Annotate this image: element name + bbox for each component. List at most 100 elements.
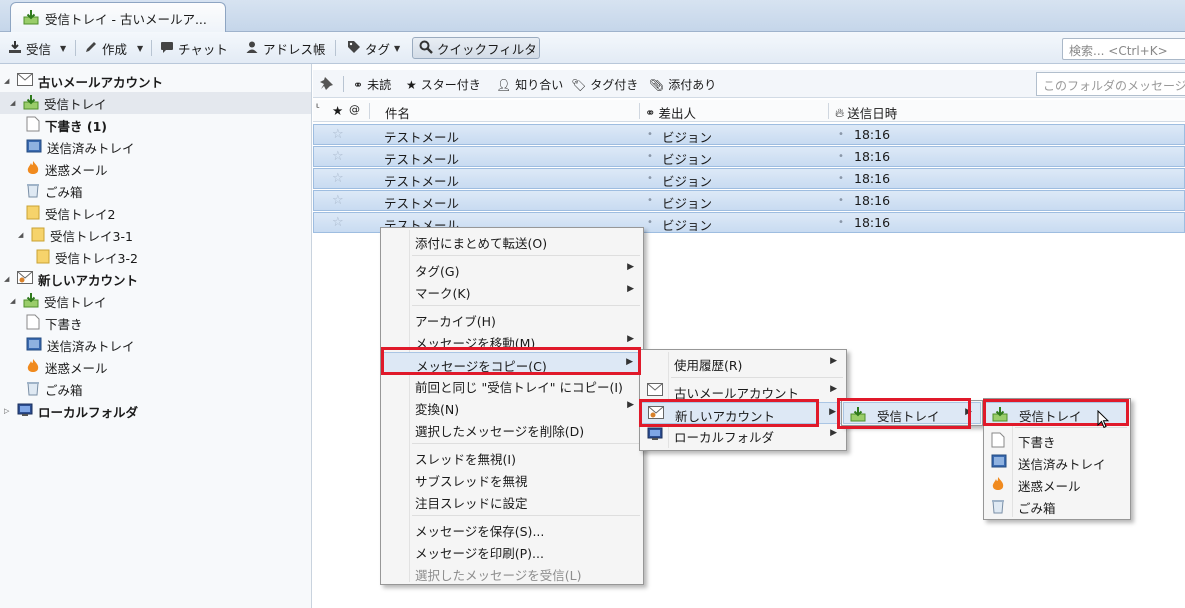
folder-label: 送信済みトレイ	[47, 140, 135, 156]
folder-label: ローカルフォルダ	[38, 404, 139, 420]
attachment-column-icon[interactable]: @	[349, 103, 360, 116]
thread-column-icon[interactable]: ᒻ	[316, 103, 320, 114]
menu-print[interactable]: メッセージを印刷(P)...	[382, 540, 642, 562]
message-row[interactable]: ☆ テストメール • ビジョン • 18:16	[313, 190, 1185, 211]
star-icon[interactable]: ☆	[332, 215, 344, 230]
get-mail-button[interactable]: 受信	[8, 38, 51, 59]
address-book-button[interactable]: アドレス帳	[245, 38, 326, 59]
tag-button[interactable]: タグ ▼	[347, 38, 400, 59]
message-row[interactable]: ☆ テストメール • ビジョン • 18:16	[313, 146, 1185, 167]
filter-attachment[interactable]: 📎︎ 添付あり	[649, 76, 716, 93]
menu-target-trash[interactable]: ごみ箱	[985, 495, 1129, 517]
tag-icon: 🏷︎	[571, 77, 587, 92]
menu-target-junk[interactable]: 迷惑メール	[985, 473, 1129, 495]
quick-filter-button[interactable]: クイックフィルタ	[412, 37, 540, 59]
compose-button[interactable]: 作成	[84, 38, 127, 59]
menu-local-folders[interactable]: ローカルフォルダ ▶	[641, 424, 845, 446]
main-toolbar: 受信 ▼ 作成 ▼ チャット アドレス帳 タグ ▼ クイックフィルタ	[0, 32, 1185, 64]
divider	[639, 103, 640, 119]
menu-label: 送信済みトレイ	[1018, 457, 1106, 472]
draft-icon	[26, 116, 40, 135]
menu-tag[interactable]: タグ(G) ▶	[382, 258, 642, 280]
folder-local[interactable]: ▷ ローカルフォルダ	[4, 400, 138, 422]
account-old-mail[interactable]: ◢ 古いメールアカウント	[4, 70, 163, 92]
star-icon[interactable]: ☆	[332, 193, 344, 208]
star-icon[interactable]: ☆	[332, 149, 344, 164]
compose-dropdown[interactable]: ▼	[137, 38, 143, 59]
filter-starred[interactable]: ★ スター付き	[406, 76, 481, 93]
filter-label: 未読	[367, 78, 392, 92]
filter-unread[interactable]: ⚭ 未読	[353, 76, 391, 93]
account-new[interactable]: ◢ 新しいアカウント	[4, 268, 138, 290]
menu-label: サブスレッドを無視	[415, 474, 528, 489]
get-mail-dropdown[interactable]: ▼	[60, 38, 66, 59]
menu-forward-attached[interactable]: 添付にまとめて転送(O)	[382, 230, 642, 252]
menu-label: 使用履歴(R)	[674, 358, 743, 373]
folder-junk[interactable]: 迷惑メール	[26, 158, 108, 180]
message-row[interactable]: ☆ テストメール • ビジョン • 18:16	[313, 124, 1185, 145]
menu-ignore-subthread[interactable]: サブスレッドを無視	[382, 468, 642, 490]
message-sender: ビジョン	[662, 174, 713, 189]
sent-icon	[991, 454, 1007, 471]
expand-arrow-icon: ◢	[10, 99, 16, 107]
folder-label: 受信トレイ3-1	[50, 228, 133, 244]
highlight-account-inbox	[837, 398, 971, 429]
star-icon[interactable]: ☆	[332, 171, 344, 186]
menu-delete[interactable]: 選択したメッセージを削除(D)	[382, 418, 642, 440]
star-icon[interactable]: ☆	[332, 127, 344, 142]
menu-get-selected: 選択したメッセージを受信(L)	[382, 562, 642, 584]
menu-copy-again[interactable]: 前回と同じ "受信トレイ" にコピー(I)	[382, 374, 642, 396]
folder-inbox2[interactable]: 受信トレイ2	[26, 202, 115, 224]
unread-dot-icon: •	[838, 173, 844, 184]
menu-convert[interactable]: 変換(N) ▶	[382, 396, 642, 418]
unread-dot-icon: •	[647, 173, 653, 184]
unread-dot-icon: •	[647, 151, 653, 162]
menu-save[interactable]: メッセージを保存(S)...	[382, 518, 642, 540]
menu-archive[interactable]: アーカイブ(H)	[382, 308, 642, 330]
filter-label: 添付あり	[668, 78, 717, 92]
submenu-arrow-icon: ▶	[627, 400, 634, 410]
folder-inbox[interactable]: ◢ 受信トレイ	[0, 92, 311, 114]
menu-target-sent[interactable]: 送信済みトレイ	[985, 451, 1129, 473]
filter-tagged[interactable]: 🏷︎ タグ付き	[571, 76, 638, 93]
filter-contacts[interactable]: 👤︎ 知り合い	[496, 76, 563, 93]
folder-sent[interactable]: 送信済みトレイ	[26, 136, 135, 158]
submenu-arrow-icon: ▶	[830, 356, 837, 366]
folder-drafts[interactable]: 下書き (1)	[26, 114, 107, 136]
inbox-icon	[23, 94, 39, 113]
menu-recent[interactable]: 使用履歴(R) ▶	[641, 352, 845, 374]
menu-mark[interactable]: マーク(K) ▶	[382, 280, 642, 302]
global-search-input[interactable]: 検索... <Ctrl+K>	[1062, 38, 1185, 60]
folder-drafts-b[interactable]: 下書き	[26, 312, 83, 334]
folder-inbox3-1[interactable]: ◢ 受信トレイ3-1	[18, 224, 133, 246]
folder-search-input[interactable]: このフォルダのメッセージを	[1036, 72, 1185, 96]
menu-ignore-thread[interactable]: スレッドを無視(I)	[382, 446, 642, 468]
message-date: 18:16	[854, 193, 891, 208]
folder-label: 迷惑メール	[45, 162, 108, 178]
message-subject: テストメール	[384, 130, 460, 145]
menu-label: 注目スレッドに設定	[415, 496, 528, 511]
star-column-icon[interactable]: ★	[332, 103, 343, 118]
pin-icon[interactable]	[320, 76, 334, 90]
folder-trash[interactable]: ごみ箱	[26, 180, 83, 202]
menu-watch-thread[interactable]: 注目スレッドに設定	[382, 490, 642, 512]
folder-sent-b[interactable]: 送信済みトレイ	[26, 334, 135, 356]
folder-inbox-b[interactable]: ◢ 受信トレイ	[10, 290, 107, 312]
folder-trash-b[interactable]: ごみ箱	[26, 378, 83, 400]
subject-column[interactable]: 件名	[385, 103, 410, 122]
quick-filter-label: クイックフィルタ	[437, 41, 537, 57]
message-row[interactable]: ☆ テストメール • ビジョン • 18:16	[313, 168, 1185, 189]
tab-inbox[interactable]: 受信トレイ - 古いメールア...	[10, 2, 226, 33]
folder-junk-b[interactable]: 迷惑メール	[26, 356, 108, 378]
chat-button[interactable]: チャット	[160, 38, 228, 59]
computer-icon	[17, 403, 33, 420]
folder-inbox3-2[interactable]: 受信トレイ3-2	[36, 246, 138, 268]
chat-icon	[160, 40, 174, 57]
date-column[interactable]: 🔥︎ 送信日時	[835, 103, 897, 122]
menu-label: 選択したメッセージを受信(L)	[415, 568, 582, 583]
filter-label: タグ付き	[590, 78, 639, 92]
account-icon	[17, 271, 33, 287]
sender-column[interactable]: ⚭ 差出人	[645, 103, 696, 122]
address-book-label: アドレス帳	[263, 42, 326, 57]
submenu-arrow-icon: ▶	[830, 384, 837, 394]
